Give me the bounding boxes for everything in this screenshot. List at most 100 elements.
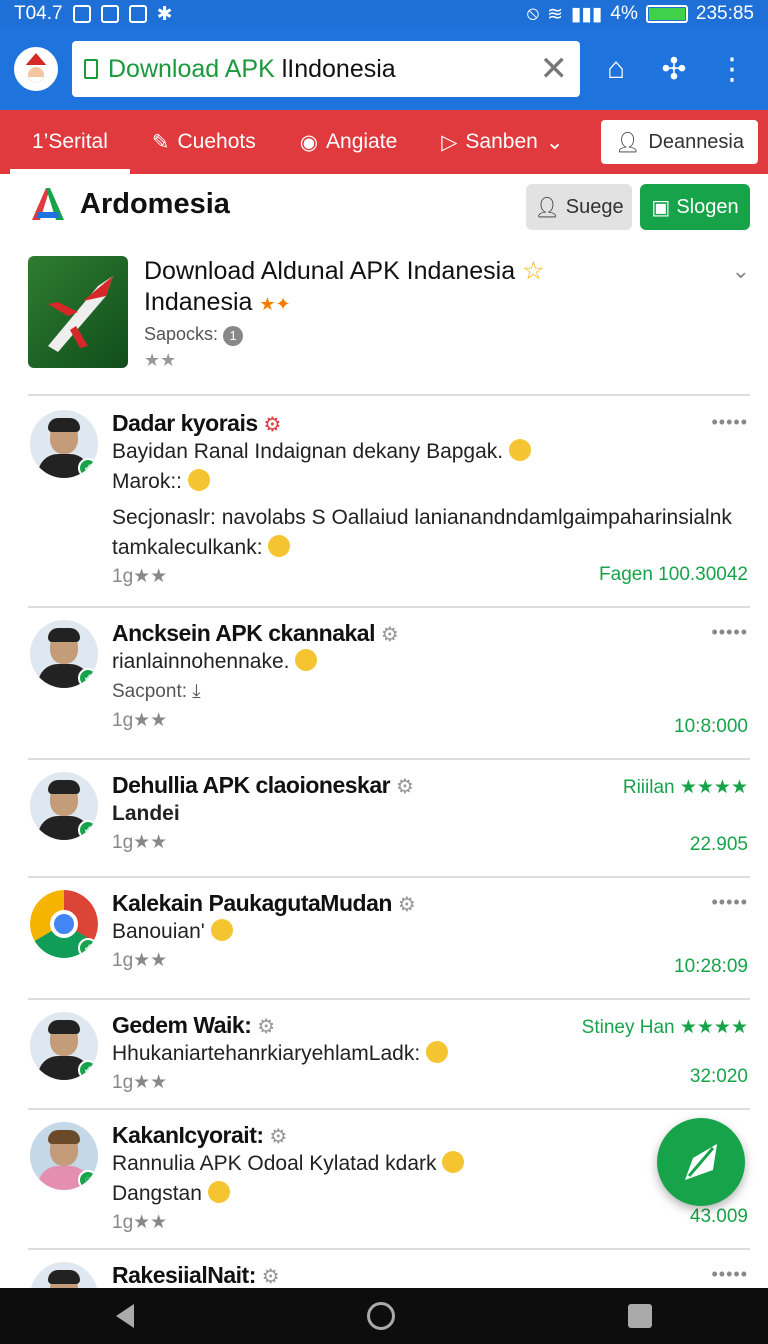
gear-icon: ⚙ <box>269 1126 287 1148</box>
item-value: 22.905 <box>689 834 748 855</box>
emoji-icon <box>210 919 233 941</box>
item-meta: 1g★★ <box>112 1212 168 1233</box>
emoji-icon <box>187 469 210 491</box>
more-options-icon[interactable]: ••••• <box>711 1264 748 1285</box>
more-menu-icon[interactable]: ⋮ <box>710 52 754 87</box>
more-options-icon[interactable]: ••••• <box>711 622 748 643</box>
list-item[interactable]: ✓ Riiilan ★★★★ Dehullia APK claoioneskar… <box>28 760 750 878</box>
verified-icon: ✓ <box>78 458 98 478</box>
download-icon: ⤓ <box>192 681 201 702</box>
status-clock: 235:85 <box>695 3 754 24</box>
item-line: Dangstan <box>112 1179 750 1209</box>
list-item[interactable]: ✓ Stiney Han ★★★★ Gedem Waik: ⚙ Hhukania… <box>28 1000 750 1110</box>
tab-sanben[interactable]: ▷ Sanben ⌄ <box>419 110 585 174</box>
item-line: Banouian' <box>112 917 750 947</box>
brand-header: Ardomesia <box>28 184 230 224</box>
compose-button[interactable] <box>657 1118 745 1206</box>
avatar[interactable]: ✓ <box>30 890 98 958</box>
verified-icon: ✓ <box>78 1060 98 1080</box>
list-item[interactable]: ✓ ••••• Dadar kyorais ⚙ Bayidan Ranal In… <box>28 398 750 608</box>
item-rating: Stiney Han ★★★★ <box>581 1017 748 1038</box>
chat-badge-icon: ◌ <box>78 1170 98 1190</box>
battery-icon <box>645 5 688 23</box>
app-title: Download Aldunal APK Indanesia ☆ Indanes… <box>144 257 545 316</box>
recents-icon[interactable] <box>627 1304 652 1328</box>
avatar[interactable]: ✓ <box>30 772 98 840</box>
chat-icon: ◉ <box>299 130 319 154</box>
avatar[interactable]: ✓ <box>30 1012 98 1080</box>
tab-angiate[interactable]: ◉ Angiate <box>278 110 420 174</box>
item-line: Rannulia APK Odoal Kylatad kdark <box>112 1149 750 1179</box>
item-title: Dadar kyorais ⚙ <box>112 410 282 436</box>
extension-icon[interactable]: ✣ <box>652 52 696 87</box>
notification-icon <box>100 5 119 23</box>
item-line: HhukaniartehanrkiaryehlamLadk: <box>112 1039 750 1069</box>
home-icon[interactable]: ⌂ <box>594 52 638 86</box>
url-bar[interactable]: Download APK lIndonesia ✕ <box>72 41 580 97</box>
edit-icon <box>685 1144 717 1180</box>
emoji-icon <box>508 439 531 461</box>
info-badge: 1 <box>223 326 244 346</box>
item-meta: 1g★★ <box>112 832 168 853</box>
notification-icon <box>72 5 91 23</box>
avatar[interactable]: ✓ <box>30 410 98 478</box>
user-icon: 👤︎ <box>534 196 560 219</box>
list-item[interactable]: ✓ ••••• Ancksein APK ckannakal ⚙ rianlai… <box>28 608 750 760</box>
tag-icon: ✎ <box>151 130 170 154</box>
emoji-icon <box>426 1041 449 1063</box>
gear-icon: ⚙ <box>263 414 282 436</box>
status-time: T04.7 <box>14 3 63 24</box>
item-line: Bayidan Ranal Indaignan dekany Bapgak. <box>112 437 750 467</box>
browser-toolbar: Download APK lIndonesia ✕ ⌂ ✣ ⋮ <box>0 28 768 110</box>
wifi-icon: ≋ <box>547 3 564 25</box>
bluetooth-icon: ✱ <box>156 3 173 25</box>
chevron-down-icon[interactable]: ⌄ <box>732 258 750 284</box>
item-title: Kalekain PaukagutaMudan ⚙ <box>112 890 416 916</box>
item-meta: 1g★★ <box>112 710 168 731</box>
emoji-icon <box>295 649 318 671</box>
brand-logo-icon <box>28 184 68 224</box>
status-bar: T04.7 ✱ ⦸ ≋ ▮▮▮ 4% 235:85 <box>0 0 768 28</box>
tab-cuehots[interactable]: ✎ Cuehots <box>130 110 278 174</box>
more-options-icon[interactable]: ••••• <box>711 412 748 433</box>
item-rating: Riiilan ★★★★ <box>622 777 748 798</box>
item-line: Marok:: <box>112 467 750 497</box>
signin-button[interactable]: 👤︎ Suege <box>526 184 632 230</box>
item-line: Secjonaslr: navolabs S Oallaiud lanianan… <box>112 506 732 529</box>
app-rating: ★★ <box>144 350 177 370</box>
item-value: Fagen 100.30042 <box>599 564 748 585</box>
mute-icon: ⦸ <box>526 3 540 24</box>
category-tabs: 1’Serital ✎ Cuehots ◉ Angiate ▷ Sanben ⌄… <box>0 110 768 174</box>
item-line: tamkaleculkank: <box>112 533 750 563</box>
emoji-icon <box>207 1181 230 1203</box>
home-nav-icon[interactable] <box>366 1302 395 1330</box>
app-card[interactable]: Download Aldunal APK Indanesia ☆ Indanes… <box>28 256 750 396</box>
gear-icon: ⚙ <box>261 1266 280 1288</box>
battery-percent: 4% <box>610 3 638 24</box>
profile-avatar[interactable] <box>14 47 58 91</box>
rating-stars-icon: ★✦ <box>259 294 291 314</box>
list-item[interactable]: ◌ KakanIcyorait: ⚙ Rannulia APK Odoal Ky… <box>28 1110 750 1250</box>
item-meta: 1g★★ <box>112 1072 168 1093</box>
emoji-icon <box>442 1151 465 1173</box>
verified-icon: ✓ <box>78 938 98 958</box>
account-button[interactable]: 👤︎ Deannesia <box>600 120 758 164</box>
review-feed: ✓ ••••• Dadar kyorais ⚙ Bayidan Ranal In… <box>0 398 768 1330</box>
verified-icon: ✓ <box>78 820 98 840</box>
gear-icon: ⚙ <box>257 1016 275 1038</box>
item-title: Ancksein APK ckannakal ⚙ <box>112 620 399 646</box>
notification-icon <box>128 5 147 23</box>
list-item[interactable]: ✓ ••••• Kalekain PaukagutaMudan ⚙ Banoui… <box>28 878 750 1000</box>
signup-button[interactable]: ▣ Slogen <box>640 184 750 230</box>
avatar[interactable]: ✓ <box>30 620 98 688</box>
item-title: RakesiialNait: ⚙ <box>112 1262 280 1288</box>
back-icon[interactable] <box>116 1304 135 1328</box>
tab-serital[interactable]: 1’Serital <box>10 110 130 174</box>
item-title: KakanIcyorait: ⚙ <box>112 1122 287 1148</box>
clear-url-button[interactable]: ✕ <box>540 52 569 86</box>
emoji-icon <box>268 535 291 557</box>
avatar[interactable]: ◌ <box>30 1122 98 1190</box>
more-options-icon[interactable]: ••••• <box>711 892 748 913</box>
app-subtitle: Sapocks: 1 <box>144 324 244 346</box>
url-text[interactable]: Download APK lIndonesia <box>108 55 540 84</box>
